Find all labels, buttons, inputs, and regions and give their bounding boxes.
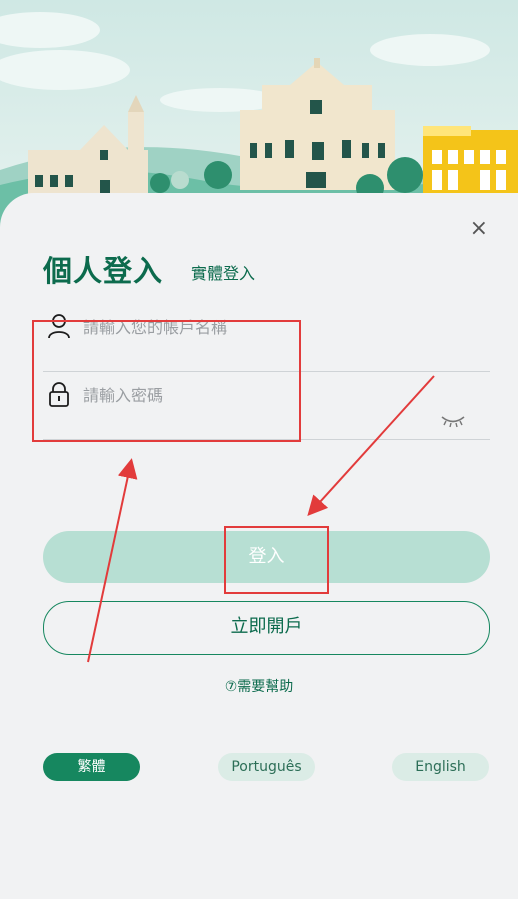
lang-traditional-chinese[interactable]: 繁體 xyxy=(43,753,140,781)
username-field xyxy=(43,303,490,372)
page-title: 個人登入 xyxy=(43,254,164,288)
lang-english[interactable]: English xyxy=(392,753,489,781)
user-icon xyxy=(48,314,70,339)
open-account-button[interactable]: 立即開戶 xyxy=(43,601,490,655)
close-icon[interactable]: × xyxy=(470,218,488,240)
login-button[interactable]: 登入 xyxy=(43,531,490,583)
tab-entity-login[interactable]: 實體登入 xyxy=(191,260,255,284)
username-input[interactable] xyxy=(81,313,445,341)
password-field xyxy=(43,371,490,440)
password-input[interactable] xyxy=(81,381,445,409)
help-link[interactable]: ⑦需要幫助 xyxy=(0,676,518,696)
lock-icon xyxy=(49,382,69,407)
eye-closed-icon[interactable] xyxy=(440,414,466,428)
lang-portuguese[interactable]: Português xyxy=(218,753,315,781)
